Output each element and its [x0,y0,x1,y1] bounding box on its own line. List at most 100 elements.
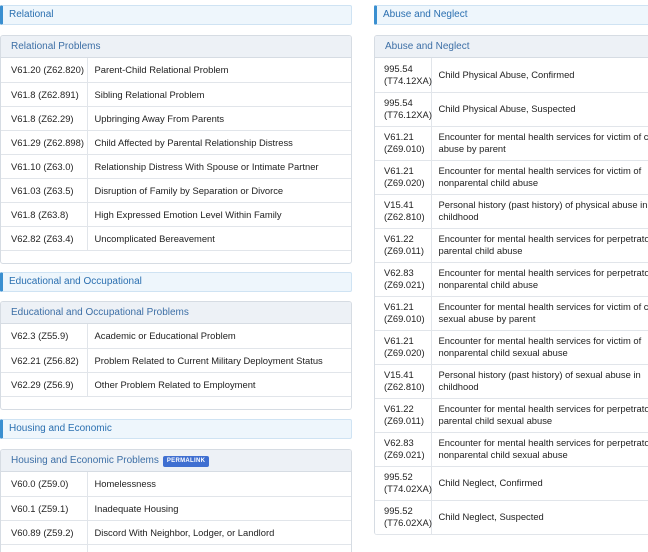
description-cell: Personal history (past history) of sexua… [431,364,648,399]
table-row: 995.52 (T76.02XA) Child Neglect, Suspecte… [375,500,648,535]
description-cell: High Expressed Emotion Level Within Fami… [87,202,351,227]
description-cell: Child Neglect, Suspected [431,500,648,535]
table-row: V60.89 (Z59.2) Discord With Neighbor, Lod… [1,520,351,545]
code-cell: V62.83 (Z69.021) [375,432,432,467]
relational-table: V61.20 (Z62.820) Parent-Child Relational … [1,58,351,251]
card-header-educational: Educational and Occupational Problems [1,302,351,324]
description-cell: Homelessness [87,472,351,497]
code-cell: V60.1 (Z59.1) [1,496,88,521]
description-cell: Encounter for mental health services for… [431,160,648,195]
description-cell: Encounter for mental health services for… [431,398,648,433]
table-row: V61.8 (Z63.8) High Expressed Emotion Leve… [1,202,351,227]
description-cell: Upbringing Away From Parents [87,106,351,131]
description-cell: Personal history (past history) of physi… [431,194,648,229]
description-cell: Child Physical Abuse, Confirmed [431,58,648,93]
code-cell: V61.21 (Z69.020) [375,330,432,365]
card-header-relational: Relational Problems [1,36,351,58]
code-cell: V61.8 (Z62.891) [1,82,88,107]
code-cell: V61.8 (Z63.8) [1,202,88,227]
section-bar-relational[interactable]: Relational [0,5,352,25]
table-row: V61.21 (Z69.020) Encounter for mental hea… [375,330,648,365]
housing-problems-card: Housing and Economic Problems PERMALINK V… [0,449,352,552]
code-cell: V62.21 (Z56.82) [1,348,88,373]
relational-problems-card: Relational Problems V61.20 (Z62.820) Pare… [0,35,352,264]
code-cell: V60.0 (Z59.0) [1,472,88,497]
table-row: V62.3 (Z55.9) Academic or Educational Pro… [1,324,351,349]
table-row: V61.22 (Z69.011) Encounter for mental hea… [375,398,648,433]
table-row: V61.22 (Z69.011) Encounter for mental hea… [375,228,648,263]
description-cell: Discord With Neighbor, Lodger, or Landlo… [87,520,351,545]
description-cell: Academic or Educational Problem [87,324,351,349]
table-row: 995.54 (T76.12XA) Child Physical Abuse, S… [375,92,648,127]
table-row: V61.8 (Z62.29) Upbringing Away From Paren… [1,106,351,131]
housing-table: V60.0 (Z59.0) Homelessness V60.1 (Z59.1) I… [1,472,351,552]
code-cell: V61.22 (Z69.011) [375,398,432,433]
description-cell: Problem Related to Current Military Depl… [87,348,351,373]
code-cell: V62.82 (Z63.4) [1,226,88,251]
table-row: V15.41 (Z62.810) Personal history (past h… [375,194,648,229]
table-row: V61.21 (Z69.010) Encounter for mental hea… [375,126,648,161]
table-row: V61.21 (Z69.020) Encounter for mental hea… [375,160,648,195]
section-bar-educational[interactable]: Educational and Occupational [0,272,352,292]
table-row: V62.21 (Z56.82) Problem Related to Curren… [1,348,351,373]
code-cell: V61.21 (Z69.020) [375,160,432,195]
table-row: V62.82 (Z63.4) Uncomplicated Bereavement [1,226,351,251]
description-cell [87,544,351,552]
table-row: V60.1 (Z59.1) Inadequate Housing [1,496,351,521]
description-cell: Other Problem Related to Employment [87,372,351,397]
code-cell: V62.83 (Z69.021) [375,262,432,297]
description-cell: Parent-Child Relational Problem [87,58,351,83]
code-cell: V60.89 (Z59.2) [1,520,88,545]
table-row: V62.83 (Z69.021) Encounter for mental hea… [375,262,648,297]
table-row: 995.54 (T74.12XA) Child Physical Abuse, C… [375,58,648,93]
table-row: V62.29 (Z56.9) Other Problem Related to E… [1,372,351,397]
code-cell: V62.29 (Z56.9) [1,372,88,397]
housing-header-title: Housing and Economic Problems [11,455,159,466]
card-header-abuse: Abuse and Neglect [375,36,648,58]
description-cell: Child Physical Abuse, Suspected [431,92,648,127]
abuse-table: 995.54 (T74.12XA) Child Physical Abuse, C… [375,58,648,535]
code-cell: V61.03 (Z63.5) [1,178,88,203]
table-row: V61.03 (Z63.5) Disruption of Family by Se… [1,178,351,203]
description-cell: Uncomplicated Bereavement [87,226,351,251]
table-row [1,544,351,552]
description-cell: Relationship Distress With Spouse or Int… [87,154,351,179]
code-cell: V61.10 (Z63.0) [1,154,88,179]
description-cell: Inadequate Housing [87,496,351,521]
description-cell: Sibling Relational Problem [87,82,351,107]
description-cell: Child Neglect, Confirmed [431,466,648,501]
description-cell: Encounter for mental health services for… [431,432,648,467]
description-cell: Disruption of Family by Separation or Di… [87,178,351,203]
description-cell: Encounter for mental health services for… [431,296,648,331]
code-cell: 995.54 (T74.12XA) [375,58,432,93]
code-cell: V61.21 (Z69.010) [375,296,432,331]
educational-problems-card: Educational and Occupational Problems V6… [0,301,352,410]
table-row: V60.0 (Z59.0) Homelessness [1,472,351,497]
description-cell: Encounter for mental health services for… [431,262,648,297]
code-cell: V61.29 (Z62.898) [1,130,88,155]
table-row: V61.29 (Z62.898) Child Affected by Parent… [1,130,351,155]
code-cell: 995.52 (T74.02XA) [375,466,432,501]
description-cell: Encounter for mental health services for… [431,126,648,161]
code-cell: 995.52 (T76.02XA) [375,500,432,535]
code-cell: 995.54 (T76.12XA) [375,92,432,127]
code-cell: V61.21 (Z69.010) [375,126,432,161]
table-row: 995.52 (T74.02XA) Child Neglect, Confirme… [375,466,648,501]
section-bar-abuse[interactable]: Abuse and Neglect [374,5,648,25]
table-row: V61.20 (Z62.820) Parent-Child Relational … [1,58,351,83]
card-footer [1,397,351,409]
code-cell: V61.20 (Z62.820) [1,58,88,83]
description-cell: Encounter for mental health services for… [431,330,648,365]
code-cell: V61.22 (Z69.011) [375,228,432,263]
section-bar-housing[interactable]: Housing and Economic [0,419,352,439]
table-row: V15.41 (Z62.810) Personal history (past h… [375,364,648,399]
code-cell: V62.3 (Z55.9) [1,324,88,349]
educational-table: V62.3 (Z55.9) Academic or Educational Pro… [1,324,351,397]
description-cell: Encounter for mental health services for… [431,228,648,263]
code-cell: V15.41 (Z62.810) [375,194,432,229]
permalink-badge[interactable]: PERMALINK [162,456,210,467]
card-header-housing: Housing and Economic Problems PERMALINK [1,450,351,472]
code-cell: V15.41 (Z62.810) [375,364,432,399]
table-row: V62.83 (Z69.021) Encounter for mental hea… [375,432,648,467]
code-cell [1,544,88,552]
